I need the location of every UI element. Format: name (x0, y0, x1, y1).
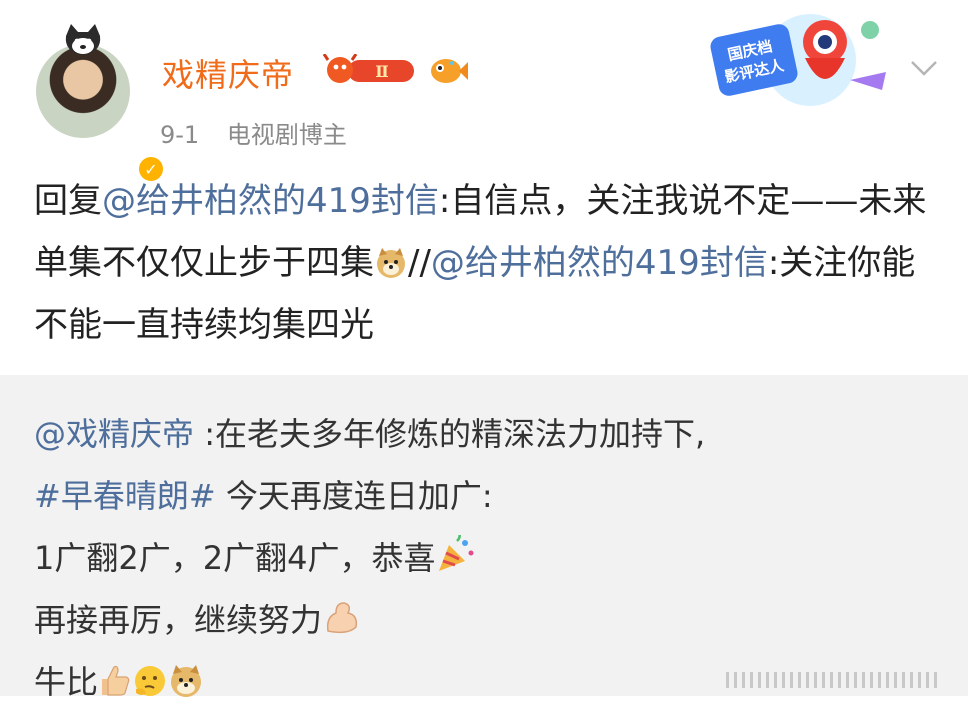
hashtag-link[interactable]: #早春晴朗# (34, 477, 216, 515)
repost-line: 1广翻2广，2广翻4广，恭喜 (34, 539, 436, 577)
thumbs-up-icon (102, 665, 130, 696)
repost-text: @戏精庆帝 :在老夫多年修炼的精深法力加持下, #早春晴朗# 今天再度连日加广:… (34, 403, 944, 713)
party-popper-icon (439, 535, 474, 571)
username[interactable]: 戏精庆帝 (162, 50, 294, 96)
doge-emoji-icon (171, 665, 202, 697)
repost-line: 再接再厉，继续努力 (34, 601, 323, 639)
chevron-down-icon[interactable] (906, 50, 942, 86)
level-badge-text: Ⅱ (375, 62, 388, 81)
crab-level-icon: Ⅱ (322, 54, 414, 83)
post-content: 回复@给井柏然的419封信:自信点，关注我说不定——未来单集不仅仅止步于四集//… (34, 170, 934, 356)
user-category: 电视剧博主 (226, 121, 347, 149)
thinking-face-icon (135, 666, 166, 696)
avatar[interactable]: ✓ (36, 24, 166, 184)
repost-line: 牛比 (34, 663, 99, 701)
repost-separator: // (408, 243, 431, 283)
mention-link[interactable]: @给井柏然的419封信 (102, 181, 439, 221)
doge-emoji-icon (377, 248, 405, 278)
post-date: 9-1 (160, 121, 200, 149)
watermark-lines (726, 672, 937, 688)
flexed-biceps-icon (326, 602, 358, 634)
dog-avatar-icon (65, 24, 101, 55)
repost-card[interactable]: @戏精庆帝 :在老夫多年修炼的精深法力加持下, #早春晴朗# 今天再度连日加广:… (0, 375, 968, 701)
repost-line: 今天再度连日加广: (215, 477, 493, 515)
repost-line: :在老夫多年修炼的精深法力加持下, (194, 415, 706, 453)
reply-prefix: 回复 (34, 181, 102, 221)
fish-icon (431, 59, 468, 83)
post-meta: 9-1 电视剧博主 (160, 115, 347, 150)
festival-badge[interactable]: 国庆档 影评达人 (700, 10, 890, 110)
weibo-post: ✓ 戏精庆帝 Ⅱ 9-1 电视剧博主 国庆档 影评达人 回复@给井柏然的419封… (0, 0, 968, 375)
mention-link[interactable]: @戏精庆帝 (34, 415, 194, 453)
mention-link[interactable]: @给井柏然的419封信 (431, 243, 768, 283)
